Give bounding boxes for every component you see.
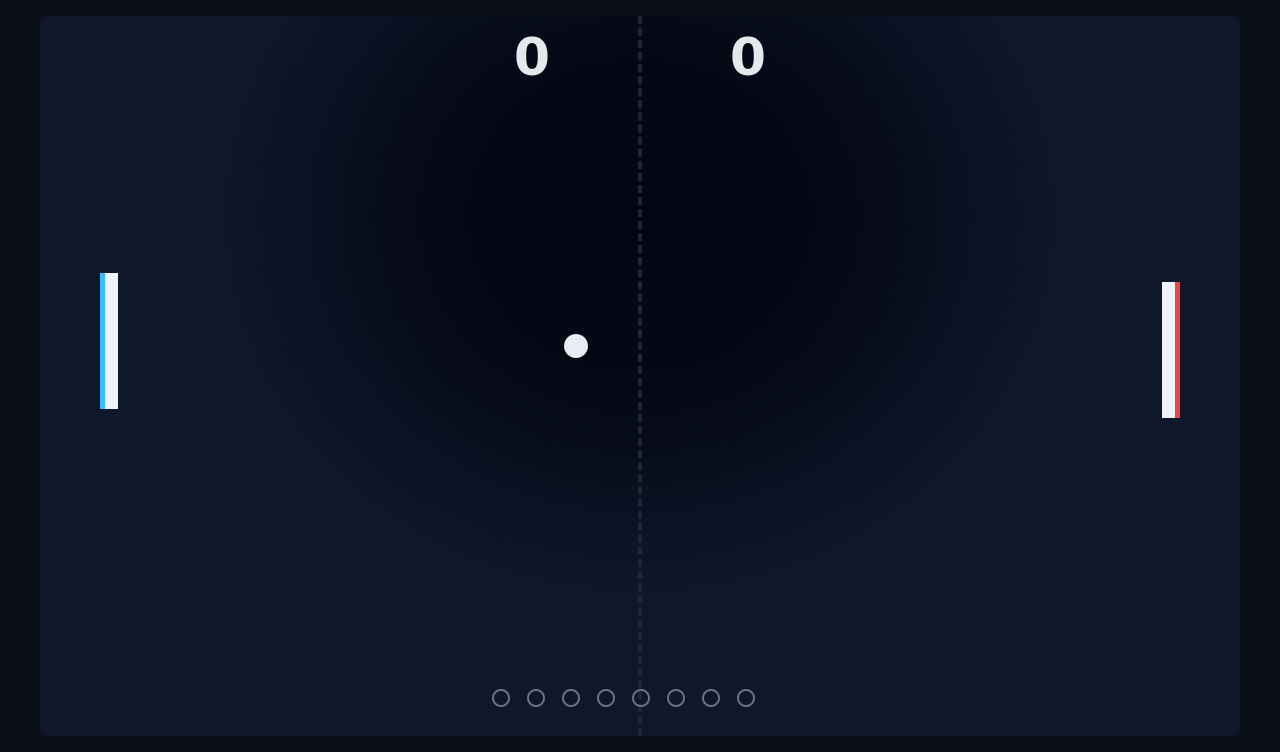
rally-dot [632,689,650,707]
rally-dot [492,689,510,707]
rally-dot [667,689,685,707]
game-board[interactable]: 0 0 [40,16,1240,736]
rally-dot [737,689,755,707]
left-paddle[interactable] [100,273,118,409]
ball [564,334,588,358]
rally-dot [562,689,580,707]
rally-dot [527,689,545,707]
rally-dot [702,689,720,707]
game-app: 0 0 [0,0,1280,752]
right-paddle [1162,282,1180,418]
right-player-score: 0 [729,28,767,88]
rally-dot [597,689,615,707]
rally-indicator [492,689,755,711]
center-net [638,16,642,736]
left-player-score: 0 [513,28,551,88]
